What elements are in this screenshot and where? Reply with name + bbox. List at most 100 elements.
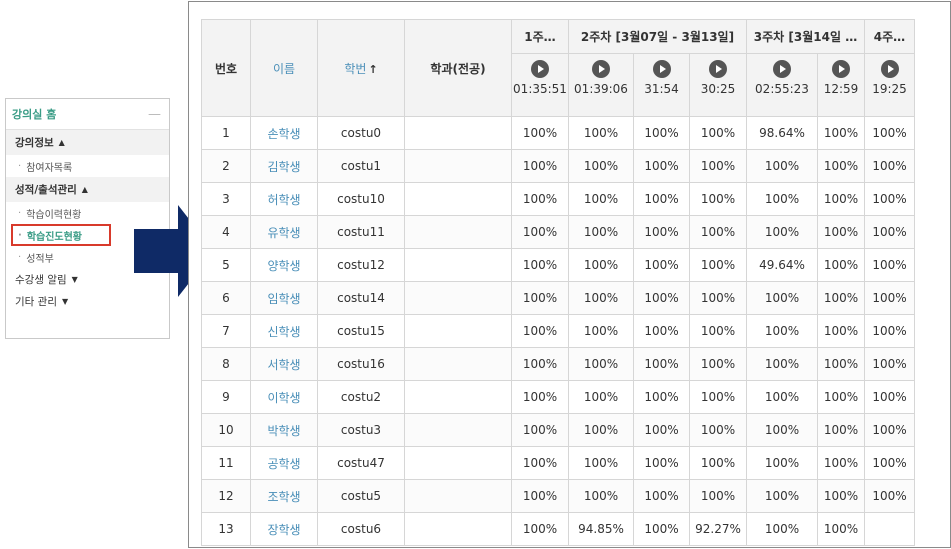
student-name-link[interactable]: 조학생 bbox=[267, 490, 300, 504]
row-number: 13 bbox=[201, 512, 251, 546]
progress-cell: 100% bbox=[689, 479, 747, 513]
header-week-2: 2주차 [3월07일 - 3월13일] bbox=[568, 19, 747, 54]
student-name[interactable]: 유학생 bbox=[250, 215, 318, 249]
section-grades-attendance[interactable]: 성적/출석관리 ▲ bbox=[6, 177, 169, 202]
student-name-link[interactable]: 임학생 bbox=[267, 292, 300, 306]
progress-cell: 100% bbox=[568, 281, 634, 315]
row-number: 9 bbox=[201, 380, 251, 414]
header-name-label[interactable]: 이름 bbox=[273, 62, 295, 76]
student-name[interactable]: 김학생 bbox=[250, 149, 318, 183]
student-name-link[interactable]: 양학생 bbox=[267, 259, 300, 273]
row-number: 11 bbox=[201, 446, 251, 480]
progress-cell: 100% bbox=[864, 446, 915, 480]
student-name-link[interactable]: 서학생 bbox=[267, 358, 300, 372]
student-name[interactable]: 양학생 bbox=[250, 248, 318, 282]
progress-cell: 100% bbox=[864, 380, 915, 414]
student-name[interactable]: 조학생 bbox=[250, 479, 318, 513]
department bbox=[404, 380, 512, 414]
student-name[interactable]: 손학생 bbox=[250, 116, 318, 150]
progress-panel: 번호 이름 학번 ↑ 학과(전공) 1주… 2주차 [3월07일 - 3월13일]… bbox=[188, 1, 951, 548]
student-name-link[interactable]: 박학생 bbox=[267, 424, 300, 438]
play-icon[interactable] bbox=[709, 60, 727, 78]
student-name[interactable]: 이학생 bbox=[250, 380, 318, 414]
bullet-icon: · bbox=[18, 251, 22, 263]
student-name[interactable]: 서학생 bbox=[250, 347, 318, 381]
progress-cell: 100% bbox=[864, 149, 915, 183]
student-name-link[interactable]: 김학생 bbox=[267, 160, 300, 174]
bullet-icon: · bbox=[18, 160, 22, 172]
lecture-duration-header: 12:59 bbox=[817, 53, 865, 117]
progress-cell: 100% bbox=[511, 413, 569, 447]
progress-cell: 100% bbox=[746, 479, 818, 513]
section-course-info[interactable]: 강의정보 ▲ bbox=[6, 130, 169, 155]
progress-cell: 100% bbox=[864, 116, 915, 150]
progress-cell: 100% bbox=[864, 248, 915, 282]
row-number: 1 bbox=[201, 116, 251, 150]
table-row: 8 서학생 costu16 100% 100% 100% 100% 100% 100% 100% bbox=[201, 347, 915, 381]
row-number: 7 bbox=[201, 314, 251, 348]
student-name-link[interactable]: 신학생 bbox=[267, 325, 300, 339]
student-name-link[interactable]: 공학생 bbox=[267, 457, 300, 471]
header-student-id[interactable]: 학번 ↑ bbox=[317, 19, 405, 117]
student-id: costu6 bbox=[317, 512, 405, 546]
progress-cell: 100% bbox=[864, 215, 915, 249]
play-icon[interactable] bbox=[531, 60, 549, 78]
progress-cell: 100% bbox=[689, 314, 747, 348]
student-name[interactable]: 장학생 bbox=[250, 512, 318, 546]
table-row: 5 양학생 costu12 100% 100% 100% 100% 49.64% 100% 100… bbox=[201, 248, 915, 282]
progress-cell: 100% bbox=[633, 281, 690, 315]
student-name[interactable]: 공학생 bbox=[250, 446, 318, 480]
progress-cell: 100% bbox=[633, 347, 690, 381]
table-row: 7 신학생 costu15 100% 100% 100% 100% 100% 100% 100% bbox=[201, 314, 915, 348]
student-name-link[interactable]: 손학생 bbox=[267, 127, 300, 141]
student-name-link[interactable]: 이학생 bbox=[267, 391, 300, 405]
lecture-duration-header: 19:25 bbox=[864, 53, 915, 117]
progress-cell: 100% bbox=[511, 215, 569, 249]
play-icon[interactable] bbox=[832, 60, 850, 78]
student-name-link[interactable]: 허학생 bbox=[267, 193, 300, 207]
student-name-link[interactable]: 유학생 bbox=[267, 226, 300, 240]
row-number: 2 bbox=[201, 149, 251, 183]
student-name[interactable]: 박학생 bbox=[250, 413, 318, 447]
student-name[interactable]: 허학생 bbox=[250, 182, 318, 216]
progress-cell: 94.85% bbox=[568, 512, 634, 546]
student-name[interactable]: 신학생 bbox=[250, 314, 318, 348]
student-id: costu5 bbox=[317, 479, 405, 513]
play-icon[interactable] bbox=[880, 60, 899, 78]
sidebar-header: 강의실 홈 — bbox=[6, 99, 169, 130]
progress-cell: 100% bbox=[633, 512, 690, 546]
table-row: 11 공학생 costu47 100% 100% 100% 100% 100% 100% 100% bbox=[201, 446, 915, 480]
progress-cell: 100% bbox=[689, 149, 747, 183]
row-number: 10 bbox=[201, 413, 251, 447]
student-id: costu12 bbox=[317, 248, 405, 282]
table-row: 9 이학생 costu2 100% 100% 100% 100% 100% 100% 100% bbox=[201, 380, 915, 414]
progress-cell: 100% bbox=[817, 182, 865, 216]
sidebar-item-participants[interactable]: · 참여자목록 bbox=[6, 155, 169, 177]
progress-cell: 100% bbox=[746, 314, 818, 348]
progress-cell: 100% bbox=[568, 347, 634, 381]
progress-cell: 100% bbox=[511, 347, 569, 381]
progress-cell: 100% bbox=[864, 182, 915, 216]
header-student-id-label[interactable]: 학번 bbox=[344, 62, 366, 76]
play-icon[interactable] bbox=[773, 60, 791, 78]
student-name[interactable]: 임학생 bbox=[250, 281, 318, 315]
header-week-4: 4주… bbox=[864, 19, 915, 54]
course-home-link[interactable]: 강의실 홈 bbox=[12, 106, 56, 122]
student-name-link[interactable]: 장학생 bbox=[267, 523, 300, 537]
play-icon[interactable] bbox=[592, 60, 610, 78]
play-icon[interactable] bbox=[652, 60, 671, 78]
student-id: costu16 bbox=[317, 347, 405, 381]
sidebar-item-label: 참여자목록 bbox=[26, 162, 73, 174]
progress-cell: 100% bbox=[511, 281, 569, 315]
progress-cell: 100% bbox=[817, 413, 865, 447]
duration-label: 01:39:06 bbox=[574, 82, 628, 96]
collapse-icon[interactable]: — bbox=[148, 107, 161, 122]
header-name[interactable]: 이름 bbox=[250, 19, 318, 117]
progress-cell: 100% bbox=[746, 182, 818, 216]
progress-cell: 100% bbox=[817, 512, 865, 546]
student-id: costu47 bbox=[317, 446, 405, 480]
progress-cell: 100% bbox=[568, 446, 634, 480]
progress-cell: 100% bbox=[817, 281, 865, 315]
student-id: costu2 bbox=[317, 380, 405, 414]
department bbox=[404, 215, 512, 249]
